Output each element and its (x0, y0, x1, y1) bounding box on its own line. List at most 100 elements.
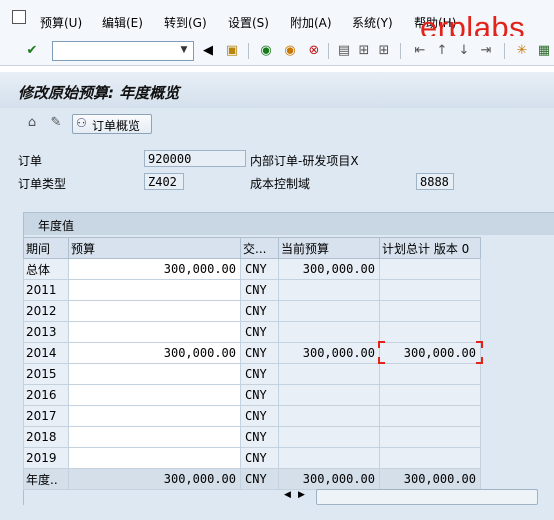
period-cell: 2017 (23, 405, 69, 427)
save-icon[interactable]: ▣ (224, 43, 240, 59)
budget-input[interactable] (68, 279, 241, 301)
period-cell: 2016 (23, 384, 69, 406)
current-budget-cell (278, 405, 380, 427)
table-row: 2018 CNY (23, 426, 481, 448)
period-cell: 2014 (23, 342, 69, 364)
currency-cell: CNY (240, 342, 279, 364)
exit-icon[interactable]: ◉ (282, 43, 298, 59)
total-row: 年度.. 300,000.00 CNY 300,000.00 300,000.0… (23, 468, 481, 490)
plan-total-cell (379, 300, 481, 322)
find-next-icon[interactable]: ⊞ (376, 43, 392, 59)
col-current-budget[interactable]: 当前预算 (278, 237, 380, 259)
period-cell: 总体 (23, 258, 69, 280)
budget-input[interactable] (68, 447, 241, 469)
currency-cell: CNY (240, 468, 279, 490)
focus-bracket (476, 341, 483, 348)
menu-goto[interactable]: 转到(G) (164, 14, 207, 31)
current-budget-cell (278, 321, 380, 343)
budget-input[interactable] (68, 321, 241, 343)
controlling-area-field[interactable]: 8888 (416, 173, 454, 190)
currency-cell: CNY (240, 447, 279, 469)
current-budget-total-cell: 300,000.00 (278, 468, 380, 490)
menu-budget[interactable]: 预算(U) (40, 14, 82, 31)
order-overview-button[interactable]: ⚇ 订单概览 (72, 114, 152, 134)
enter-icon[interactable]: ✔ (24, 43, 40, 59)
plan-total-cell (379, 258, 481, 280)
back-green-icon[interactable]: ◉ (258, 43, 274, 59)
currency-cell: CNY (240, 426, 279, 448)
prev-page-icon[interactable]: ↑ (434, 43, 450, 59)
focus-bracket (476, 357, 483, 364)
chevron-down-icon[interactable]: ▼ (177, 41, 191, 59)
col-period[interactable]: 期间 (23, 237, 69, 259)
cancel-icon[interactable]: ⊗ (306, 43, 322, 59)
plan-total-cell (379, 447, 481, 469)
budget-input[interactable]: 300,000.00 (68, 342, 241, 364)
scroll-right-icon[interactable]: ▶ (298, 490, 305, 500)
period-cell: 2012 (23, 300, 69, 322)
current-budget-cell (278, 384, 380, 406)
current-budget-cell: 300,000.00 (278, 258, 380, 280)
current-budget-cell (278, 363, 380, 385)
table-row: 2011 CNY (23, 279, 481, 301)
currency-cell: CNY (240, 279, 279, 301)
table-row: 2013 CNY (23, 321, 481, 343)
order-overview-label: 订单概览 (92, 119, 141, 133)
plan-total-cell: 300,000.00 (379, 342, 481, 364)
annual-values-header: 年度值 (24, 213, 554, 235)
budget-input[interactable]: 300,000.00 (68, 258, 241, 280)
budget-total-cell: 300,000.00 (68, 468, 241, 490)
col-currency[interactable]: 交... (240, 237, 279, 259)
budget-input[interactable] (68, 363, 241, 385)
page-title: 修改原始预算: 年度概览 (18, 84, 180, 102)
order-type-label: 订单类型 (18, 177, 67, 191)
plan-total-cell (379, 426, 481, 448)
plan-total-total-cell: 300,000.00 (379, 468, 481, 490)
current-budget-cell (278, 426, 380, 448)
toolbar-separator (328, 43, 329, 59)
table-row: 2019 CNY (23, 447, 481, 469)
budget-input[interactable] (68, 384, 241, 406)
menu-system[interactable]: 系统(Y) (352, 14, 393, 31)
horizontal-scrollbar[interactable] (316, 489, 538, 505)
current-budget-cell (278, 447, 380, 469)
annual-values-table: 期间 预算 交... 当前预算 计划总计 版本 0 总体 300,000.00 … (23, 237, 481, 490)
display-change-icon[interactable]: ⌂ (24, 115, 40, 131)
print-icon[interactable]: ▤ (336, 43, 352, 59)
last-page-icon[interactable]: ⇥ (478, 43, 494, 59)
menu-edit[interactable]: 编辑(E) (102, 14, 143, 31)
find-icon[interactable]: ⊞ (356, 43, 372, 59)
currency-cell: CNY (240, 258, 279, 280)
budget-input[interactable] (68, 300, 241, 322)
person-icon: ⚇ (76, 116, 87, 130)
budget-input[interactable] (68, 405, 241, 427)
table-header-row: 期间 预算 交... 当前预算 计划总计 版本 0 (23, 237, 481, 259)
back-icon[interactable]: ◀ (200, 43, 216, 59)
annual-values-title: 年度值 (38, 219, 75, 233)
plan-total-cell (379, 384, 481, 406)
toolbar-separator (400, 43, 401, 59)
toolbar-separator (504, 43, 505, 59)
command-field[interactable] (52, 41, 194, 61)
budget-input[interactable] (68, 426, 241, 448)
menu-settings[interactable]: 设置(S) (228, 14, 269, 31)
current-budget-cell: 300,000.00 (278, 342, 380, 364)
current-budget-cell (278, 300, 380, 322)
order-type-field[interactable]: Z402 (144, 173, 184, 190)
menu-window-icon[interactable] (12, 10, 26, 24)
next-page-icon[interactable]: ↓ (456, 43, 472, 59)
focus-bracket (378, 357, 385, 364)
edit-icon[interactable]: ✎ (48, 115, 64, 131)
create-session-icon[interactable]: ✳ (514, 43, 530, 59)
plan-total-cell (379, 363, 481, 385)
scroll-left-icon[interactable]: ◀ (284, 490, 291, 500)
order-field[interactable]: 920000 (144, 150, 246, 167)
col-plan-total[interactable]: 计划总计 版本 0 (379, 237, 481, 259)
first-page-icon[interactable]: ⇤ (412, 43, 428, 59)
order-label: 订单 (18, 154, 43, 168)
menu-extras[interactable]: 附加(A) (290, 14, 332, 31)
col-budget[interactable]: 预算 (68, 237, 241, 259)
toolbar-separator (248, 43, 249, 59)
shortcut-icon[interactable]: ▦ (536, 43, 552, 59)
current-budget-cell (278, 279, 380, 301)
